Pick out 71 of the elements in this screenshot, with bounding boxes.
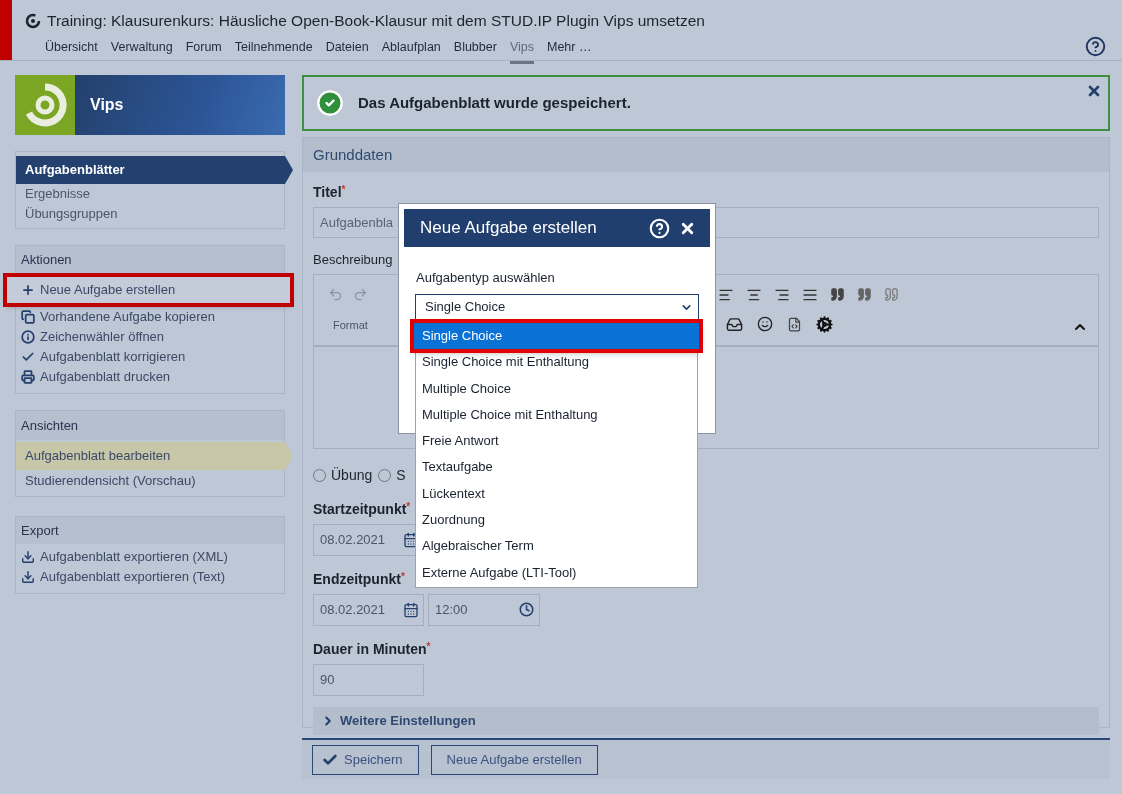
action-icon <box>21 370 35 384</box>
action-icon <box>21 350 35 364</box>
format-dropdown[interactable]: Format <box>333 316 368 333</box>
source-icon[interactable] <box>787 316 802 332</box>
field-label: Beschreibung <box>313 251 394 269</box>
action-link[interactable]: Aufgabenblatt korrigieren <box>16 347 284 367</box>
quote-icon[interactable] <box>884 287 899 302</box>
date-field[interactable]: 08.02.2021 <box>313 593 424 626</box>
field-label: Startzeitpunkt* <box>313 499 411 519</box>
nav-tab[interactable]: Teilnehmende <box>234 38 313 64</box>
nav-tab[interactable]: Verwaltung <box>110 38 173 64</box>
action-icon <box>21 310 35 324</box>
field-label: Titel* <box>313 183 346 202</box>
dropdown-option[interactable]: Textaufgabe <box>416 454 697 481</box>
save-button[interactable]: Speichern <box>312 744 419 775</box>
plugin-name: Vips <box>90 95 124 115</box>
smiley-icon[interactable] <box>757 316 773 332</box>
panel-title: Aktionen <box>16 246 284 273</box>
duration-field[interactable]: 90 <box>313 663 424 696</box>
dropdown-option[interactable]: Freie Antwort <box>416 428 697 455</box>
export-link[interactable]: Aufgabenblatt exportieren (XML) <box>16 547 284 567</box>
dropdown-option[interactable]: Single Choice mit Enthaltung <box>416 349 697 376</box>
dialog-title: Neue Aufgabe erstellen <box>420 217 597 240</box>
nav-tab[interactable]: Ablaufplan <box>381 38 441 64</box>
course-title: Training: Klausurenkurs: Häusliche Open-Book-Klausur mit dem STUD.IP Plugin Vips umsetzen <box>47 11 705 31</box>
action-icon <box>21 330 35 344</box>
radio-option[interactable]: Übung <box>313 464 373 486</box>
field-label: Dauer in Minuten* <box>313 639 431 659</box>
dropdown-option[interactable]: Multiple Choice mit Enthaltung <box>416 401 697 429</box>
sidebar-link[interactable]: Aufgabenblätter <box>16 156 293 184</box>
dropdown-option[interactable]: Multiple Choice <box>416 375 697 402</box>
view-link[interactable]: Aufgabenblatt bearbeiten <box>16 442 293 470</box>
message-text: Das Aufgabenblatt wurde gespeichert. <box>358 92 631 113</box>
nav-tab[interactable]: Blubber <box>453 38 497 64</box>
action-link[interactable]: Aufgabenblatt drucken <box>16 367 284 387</box>
more-settings-toggle[interactable]: Weitere Einstellungen <box>313 706 1099 735</box>
nav-tab[interactable]: Forum <box>185 38 222 64</box>
export-icon <box>21 570 35 584</box>
tray-icon[interactable] <box>726 315 743 333</box>
nav-tab[interactable]: Übersicht <box>45 38 98 64</box>
success-icon <box>316 89 344 117</box>
quote-icon[interactable] <box>830 287 845 302</box>
brand-strip <box>0 0 12 60</box>
logo-icon <box>23 83 67 127</box>
clock-icon[interactable] <box>519 602 534 617</box>
export-link[interactable]: Aufgabenblatt exportieren (Text) <box>16 567 284 587</box>
action-icon <box>21 283 35 297</box>
help-icon[interactable] <box>1085 36 1106 57</box>
dropdown-option[interactable]: Lückentext <box>416 480 697 508</box>
new-task-button[interactable]: Neue Aufgabe erstellen <box>430 744 598 775</box>
action-link[interactable]: Vorhandene Aufgabe kopieren <box>16 307 284 327</box>
settings-icon[interactable] <box>816 315 833 333</box>
nav-tab[interactable]: Mehr … <box>547 38 592 64</box>
panel-title: Grunddaten <box>303 138 1109 172</box>
action-link[interactable]: Zeichenwähler öffnen <box>16 327 284 347</box>
course-icon <box>25 12 41 29</box>
panel-title: Ansichten <box>16 411 284 440</box>
view-link[interactable]: Studierendensicht (Vorschau) <box>16 470 284 492</box>
field-label: Endzeitpunkt* <box>313 569 405 589</box>
panel-title: Export <box>16 517 284 544</box>
dropdown-option[interactable]: Externe Aufgabe (LTI-Tool) <box>416 559 697 586</box>
sidebar-link[interactable]: Ergebnisse <box>16 184 284 204</box>
nav-tab[interactable]: Dateien <box>325 38 369 64</box>
close-icon[interactable] <box>1086 83 1102 99</box>
calendar-icon[interactable] <box>403 601 419 618</box>
export-icon <box>21 550 35 564</box>
sidebar-link[interactable]: Übungsgruppen <box>16 204 284 224</box>
time-field[interactable]: 12:00 <box>428 593 540 626</box>
radio-option[interactable]: S <box>378 464 406 486</box>
field-label: Aufgabentyp auswählen <box>416 269 556 287</box>
quote-icon[interactable] <box>857 287 872 302</box>
